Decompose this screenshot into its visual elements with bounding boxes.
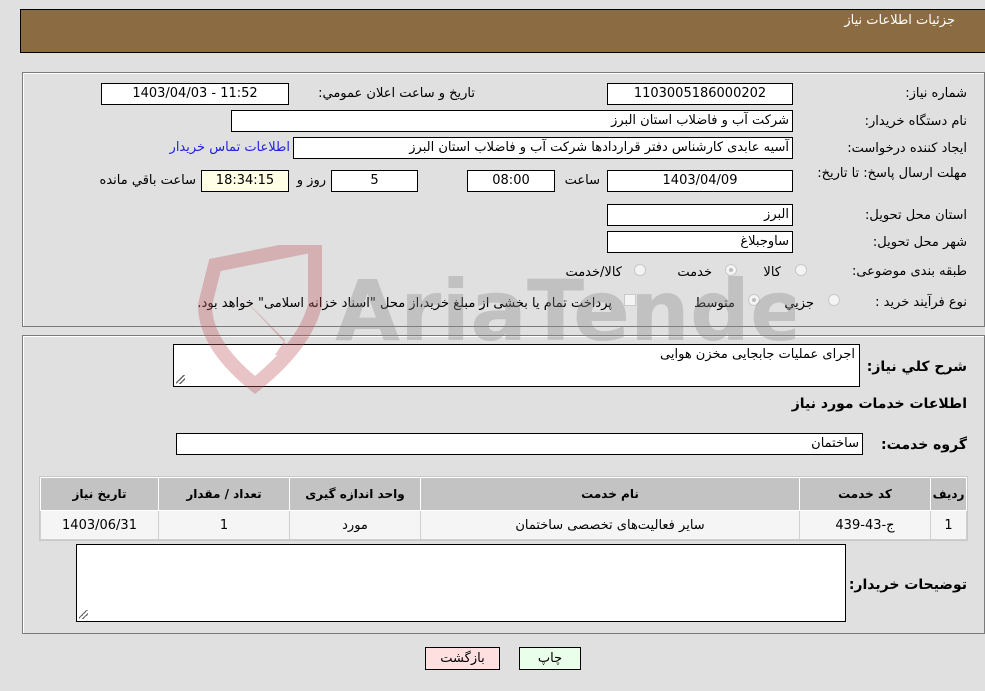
need-number-field[interactable]: 1103005186000202: [607, 83, 793, 105]
category-option-goods: کالا: [763, 265, 781, 280]
treasury-checkbox[interactable]: [624, 294, 636, 306]
print-button[interactable]: چاپ: [519, 647, 581, 670]
page-header: [20, 9, 985, 53]
description-textarea[interactable]: اجرای عملیات جابجایی مخزن هوایی: [173, 344, 860, 387]
days-label: روز و: [296, 173, 326, 188]
col-service-name: نام خدمت: [420, 477, 800, 511]
deadline-label: مهلت ارسال پاسخ: تا تاریخ:: [817, 166, 967, 181]
deadline-time-field[interactable]: 08:00: [467, 170, 555, 192]
purchase-radio-medium[interactable]: [748, 294, 760, 306]
col-unit: واحد اندازه گیری: [289, 477, 421, 511]
description-text: اجرای عملیات جابجایی مخزن هوایی: [660, 347, 855, 362]
city-field[interactable]: ساوجبلاغ: [607, 231, 793, 253]
cell-unit: مورد: [289, 510, 421, 540]
buyer-contact-link[interactable]: اطلاعات تماس خريدار: [170, 140, 290, 155]
buyer-notes-label: توضیحات خریدار:: [848, 577, 967, 593]
days-remaining-field[interactable]: 5: [331, 170, 418, 192]
cell-quantity: 1: [158, 510, 290, 540]
cell-service-code: ج-43-439: [799, 510, 931, 540]
category-radio-goods[interactable]: [795, 264, 807, 276]
purchase-radio-minor[interactable]: [828, 294, 840, 306]
time-remaining-label: ساعت باقي مانده: [99, 173, 196, 188]
requester-field[interactable]: آسیه عابدی کارشناس دفتر قراردادها شرکت آ…: [293, 137, 793, 159]
category-label: طبقه بندی موضوعی:: [851, 264, 967, 279]
service-group-field[interactable]: ساختمان: [176, 433, 863, 455]
treasury-note: پرداخت تمام یا بخشی از مبلغ خرید،از محل …: [197, 296, 612, 311]
purchase-type-label: نوع فرآيند خريد :: [875, 295, 967, 310]
city-label: شهر محل تحویل:: [872, 235, 967, 250]
deadline-time-label: ساعت: [564, 173, 600, 188]
col-need-date: تاریخ نیاز: [40, 477, 159, 511]
col-row-number: رديف: [930, 477, 967, 511]
resize-grip-icon[interactable]: [79, 610, 88, 619]
services-table: رديف کد خدمت نام خدمت واحد اندازه گیری ت…: [39, 476, 968, 541]
buyer-org-label: نام دستگاه خريدار:: [864, 114, 967, 129]
category-radio-service[interactable]: [725, 264, 737, 276]
deadline-date-field[interactable]: 1403/04/09: [607, 170, 793, 192]
buyer-org-field[interactable]: شرکت آب و فاضلاب استان البرز: [231, 110, 793, 132]
announce-datetime-field[interactable]: 1403/04/03 - 11:52: [101, 83, 289, 105]
announce-datetime-label: تاریخ و ساعت اعلان عمومي:: [318, 86, 475, 101]
cell-row-number: 1: [930, 510, 967, 540]
services-section-title: اطلاعات خدمات مورد نیاز: [791, 396, 967, 412]
service-group-label: گروه خدمت:: [881, 437, 967, 453]
buyer-notes-textarea[interactable]: [76, 544, 846, 622]
province-label: استان محل تحویل:: [865, 208, 967, 223]
page-title: جزئیات اطلاعات نیاز: [844, 13, 955, 28]
table-row: 1 ج-43-439 سایر فعالیت‌های تخصصی ساختمان…: [40, 510, 967, 540]
table-header-row: رديف کد خدمت نام خدمت واحد اندازه گیری ت…: [40, 477, 967, 511]
col-quantity: تعداد / مقدار: [158, 477, 290, 511]
time-remaining-field: 18:34:15: [201, 170, 289, 192]
col-service-code: کد خدمت: [799, 477, 931, 511]
resize-grip-icon[interactable]: [176, 375, 185, 384]
category-radio-goods-service[interactable]: [634, 264, 646, 276]
need-number-label: شماره نیاز:: [905, 86, 967, 101]
category-option-goods-service: کالا/خدمت: [565, 265, 622, 280]
purchase-option-medium: متوسط: [694, 296, 735, 311]
back-button[interactable]: بازگشت: [425, 647, 500, 670]
cell-need-date: 1403/06/31: [40, 510, 159, 540]
purchase-option-minor: جزيي: [784, 296, 814, 311]
province-field[interactable]: البرز: [607, 204, 793, 226]
requester-label: ايجاد کننده درخواست:: [847, 141, 967, 156]
category-option-service: خدمت: [677, 265, 712, 280]
cell-service-name: سایر فعالیت‌های تخصصی ساختمان: [420, 510, 800, 540]
description-label: شرح کلي نياز:: [866, 359, 967, 375]
